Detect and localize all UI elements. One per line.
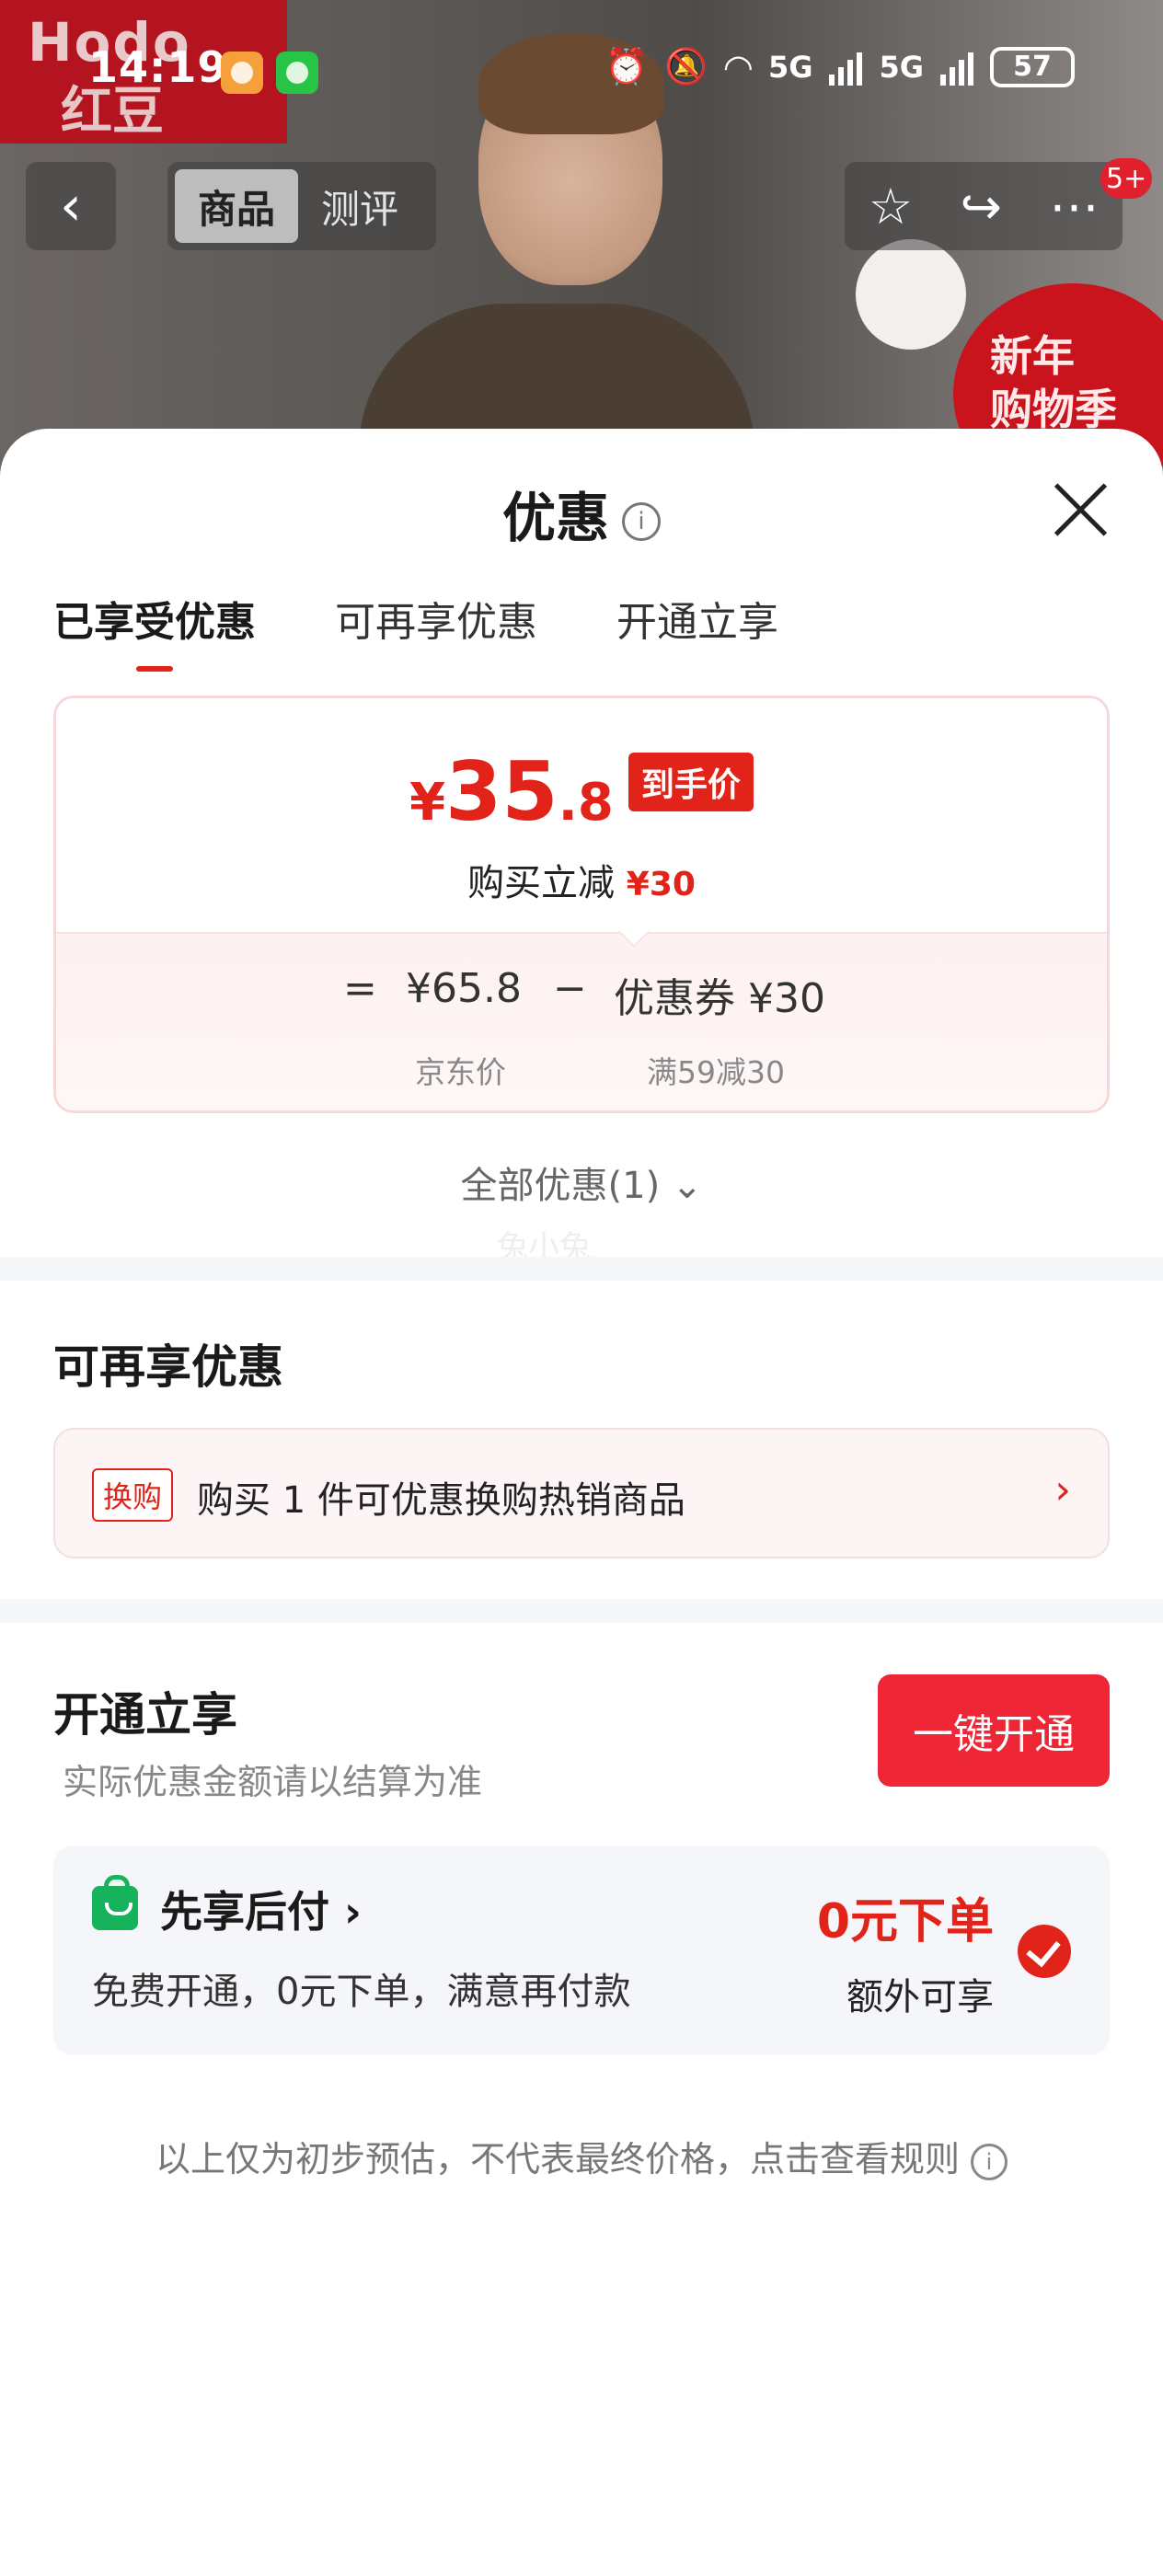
tab-review[interactable]: 测评: [298, 169, 421, 243]
wechat-icon: [276, 52, 318, 94]
pay-later-extra: 额外可享: [846, 1976, 994, 2018]
open-section-title: 开通立享: [53, 1688, 237, 1742]
section-divider: [0, 1257, 1163, 1281]
pay-later-price: 0元下单: [816, 1894, 994, 1949]
status-bar: 14:19 ⏰ 🔕 ◠ 5G 5G 57: [0, 0, 1163, 144]
sheet-title: 优惠 i: [0, 475, 1163, 552]
message-badge: 5+: [1100, 158, 1153, 199]
close-icon[interactable]: [1051, 480, 1110, 539]
wifi-icon: ◠: [724, 46, 752, 87]
chevron-right-icon: ›: [1054, 1466, 1071, 1513]
jd-price-label: 京东价: [415, 1054, 506, 1090]
signal-icon: [829, 49, 863, 86]
more-icon[interactable]: ⋯: [1049, 178, 1099, 236]
system-icons: ⏰ 🔕 ◠ 5G 5G 57: [605, 46, 1075, 87]
top-actions: ☆ ↪ ⋯: [845, 162, 1123, 250]
final-price-tag: 到手价: [628, 753, 754, 811]
alarm-icon: ⏰: [605, 46, 649, 86]
price-currency: ¥: [409, 773, 446, 833]
battery-icon: 57: [990, 46, 1075, 87]
info-icon[interactable]: i: [622, 501, 661, 541]
info-icon: i: [971, 2143, 1008, 2180]
price-card-top: ¥35.8 到手价 购买立减 ¥30: [56, 698, 1107, 932]
instant-discount-amount: ¥30: [626, 866, 696, 903]
checkmark-icon[interactable]: [1018, 1925, 1071, 1978]
network-label-2: 5G: [879, 49, 924, 85]
jd-price: ¥65.8: [406, 965, 522, 1012]
final-price: ¥35.8 到手价: [56, 744, 1107, 839]
disclaimer[interactable]: 以上仅为初步预估，不代表最终价格，点击查看规则 i: [0, 2131, 1163, 2181]
price-breakdown: = ¥65.8 − 优惠券 ¥30 京东价 满59减30: [56, 916, 1107, 1110]
price-integer: 35: [445, 744, 558, 839]
all-offers-toggle[interactable]: 全部优惠(1) ⌄: [0, 1156, 1163, 1209]
star-icon[interactable]: ☆: [869, 178, 913, 236]
share-icon[interactable]: ↪: [961, 178, 1002, 236]
pay-later-title-text: 先享后付: [160, 1887, 329, 1937]
section-divider: [0, 1599, 1163, 1623]
tab-product[interactable]: 商品: [175, 169, 298, 243]
notification-app-icon: [221, 52, 263, 94]
back-arrow-icon: ‹: [60, 174, 82, 238]
signal-icon-2: [940, 49, 973, 86]
tab-more[interactable]: 可再享优惠: [335, 589, 537, 668]
coupon-rule: 满59减30: [647, 1054, 785, 1090]
promo-line-1: 新年: [990, 331, 1075, 381]
swap-offer-row[interactable]: 换购 购买 1 件可优惠换购热销商品 ›: [53, 1428, 1110, 1558]
product-tab-switch: 商品 测评: [167, 162, 436, 250]
open-section-subtitle: 实际优惠金额请以结算为准: [63, 1762, 483, 1802]
chevron-down-icon: ⌄: [671, 1165, 703, 1207]
instant-discount: 购买立减 ¥30: [56, 853, 1107, 906]
more-offers-title: 可再享优惠: [53, 1340, 283, 1394]
minus-sign: −: [553, 965, 587, 1012]
status-time: 14:19: [88, 42, 228, 92]
discount-tabs: 已享受优惠 可再享优惠 开通立享: [53, 589, 778, 672]
coupon-amount: 优惠券 ¥30: [614, 975, 825, 1022]
pay-later-desc: 免费开通，0元下单，满意再付款: [92, 1971, 631, 2013]
sheet-title-text: 优惠: [501, 487, 609, 549]
tab-enjoyed[interactable]: 已享受优惠: [53, 589, 256, 672]
mute-icon: 🔕: [664, 46, 708, 86]
price-decimal: .8: [558, 773, 614, 833]
one-click-open-button[interactable]: 一键开通: [878, 1674, 1110, 1787]
equals-sign: =: [343, 965, 377, 1012]
tab-open[interactable]: 开通立享: [616, 589, 778, 668]
back-button[interactable]: ‹: [26, 162, 116, 250]
swap-tag: 换购: [92, 1468, 174, 1522]
swap-offer-text: 购买 1 件可优惠换购热销商品: [197, 1479, 685, 1522]
price-card: ¥35.8 到手价 购买立减 ¥30 = ¥65.8 − 优惠券 ¥30 京东价 …: [53, 696, 1110, 1113]
pay-later-title[interactable]: 先享后付 ›: [160, 1879, 362, 1939]
instant-discount-label: 购买立减: [467, 862, 616, 904]
disclaimer-text: 以上仅为初步预估，不代表最终价格，点击查看规则: [155, 2139, 960, 2179]
network-label-1: 5G: [767, 49, 813, 85]
pay-later-card[interactable]: 先享后付 › 免费开通，0元下单，满意再付款 0元下单 额外可享: [53, 1846, 1110, 2055]
all-offers-label: 全部优惠(1): [460, 1165, 661, 1207]
decor-cotton: [856, 239, 966, 350]
discount-sheet: 优惠 i 已享受优惠 可再享优惠 开通立享 ¥35.8 到手价 购买立减 ¥30 =…: [0, 429, 1163, 2576]
shopping-bag-icon: [92, 1875, 138, 1930]
